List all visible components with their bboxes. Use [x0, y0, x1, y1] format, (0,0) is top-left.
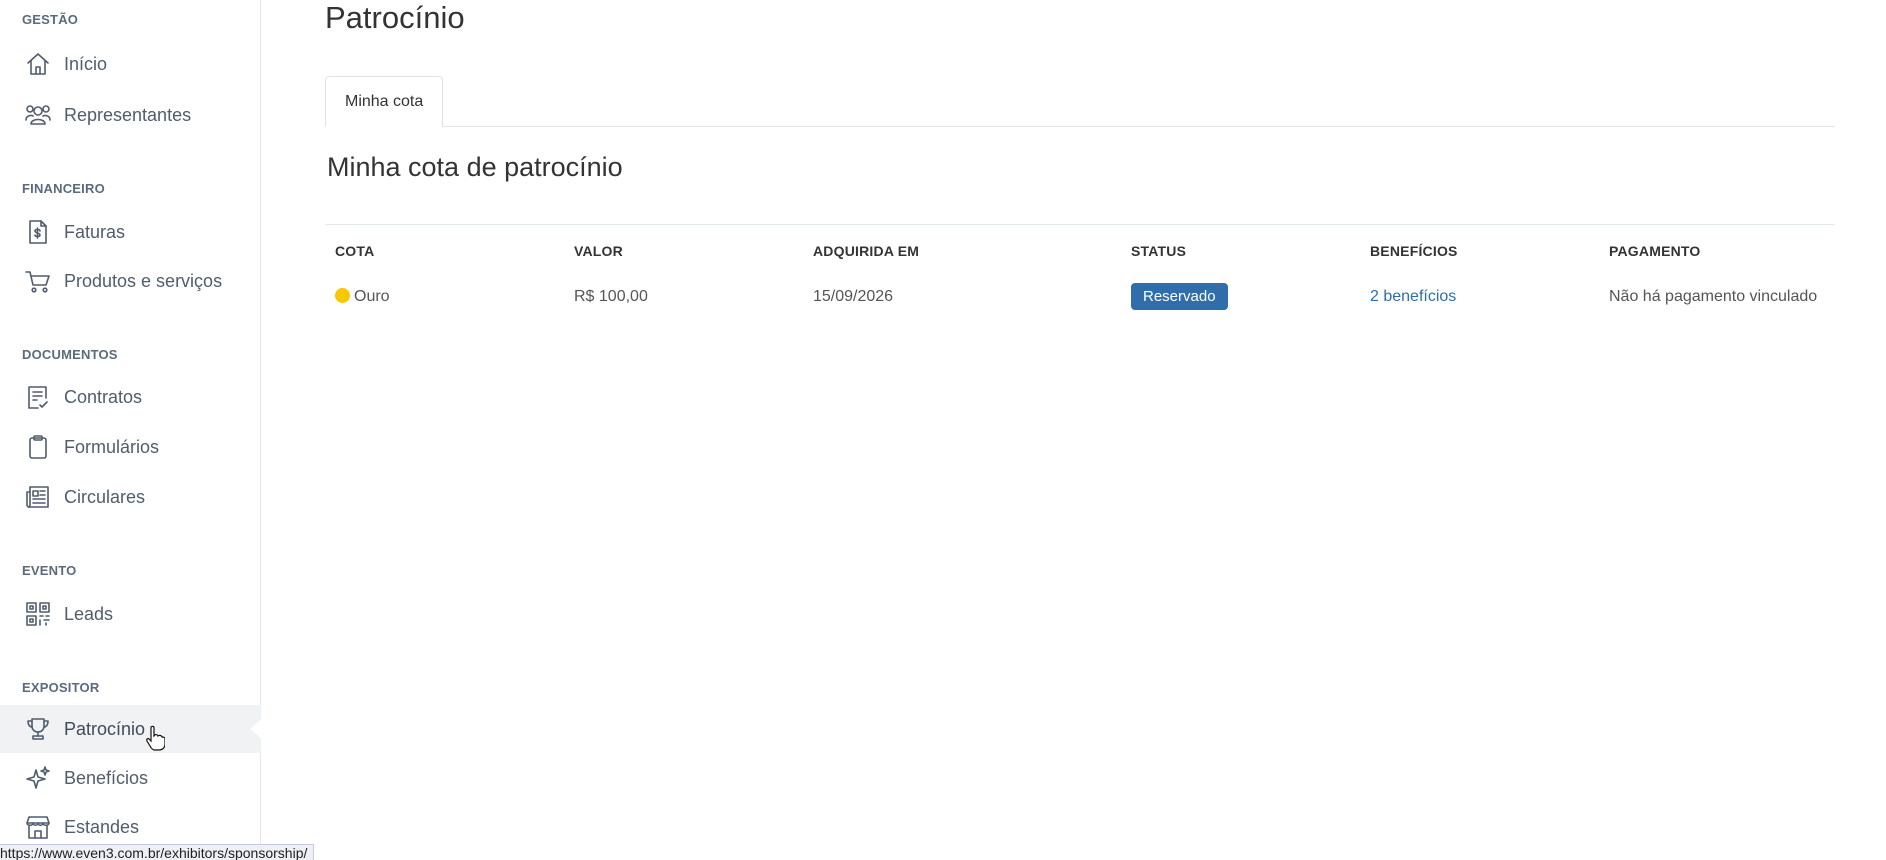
store-icon: [24, 813, 52, 841]
section-label-expositor: EXPOSITOR: [22, 680, 100, 695]
cell-adquirida-em: 15/09/2026: [813, 287, 894, 305]
sidebar-item-label: Contratos: [64, 386, 143, 407]
tab-minha-cota[interactable]: Minha cota: [325, 76, 444, 127]
sidebar-item-inicio[interactable]: Início: [0, 40, 261, 88]
column-header-status: STATUS: [1131, 243, 1187, 259]
sidebar-item-faturas[interactable]: Faturas: [0, 208, 261, 256]
tier-color-dot: [335, 287, 350, 303]
cell-pagamento: Não há pagamento vinculado: [1609, 287, 1818, 305]
cell-cota: Ouro: [325, 271, 564, 322]
cell-beneficios: 2 benefícios: [1360, 271, 1599, 322]
section-label-gestao: GESTÃO: [22, 12, 79, 27]
column-header-pagamento: PAGAMENTO: [1609, 243, 1701, 259]
sidebar-item-label: Benefícios: [64, 767, 149, 788]
sidebar-item-label: Formulários: [64, 436, 160, 457]
app-root: GESTÃO Início Representantes FINANCEIRO …: [0, 0, 1886, 860]
sponsorship-table: COTA VALOR ADQUIRIDA EM STATUS BENEFÍCIO…: [325, 224, 1835, 322]
page-title: Patrocínio: [325, 0, 465, 35]
clipboard-icon: [24, 433, 52, 461]
trophy-icon: [24, 715, 52, 743]
sidebar-item-leads[interactable]: Leads: [0, 590, 261, 638]
qr-code-icon: [24, 600, 52, 628]
sidebar-item-beneficios[interactable]: Benefícios: [0, 754, 261, 802]
column-header-cota: COTA: [335, 243, 375, 259]
sidebar-item-representantes[interactable]: Representantes: [0, 91, 261, 139]
sidebar-item-label: Faturas: [64, 221, 126, 242]
sidebar-item-label: Início: [64, 53, 108, 74]
sidebar-item-label: Circulares: [64, 486, 146, 507]
users-icon: [24, 101, 52, 129]
sidebar-item-label: Leads: [64, 603, 114, 624]
sidebar: GESTÃO Início Representantes FINANCEIRO …: [0, 0, 262, 860]
sidebar-item-produtos[interactable]: Produtos e serviços: [0, 257, 261, 305]
column-header-adquirida-em: ADQUIRIDA EM: [813, 243, 920, 259]
cell-valor: R$ 100,00: [574, 287, 648, 305]
sidebar-item-patrocinio[interactable]: Patrocínio: [0, 705, 262, 753]
sparkles-icon: [24, 764, 52, 792]
beneficios-link[interactable]: 2 benefícios: [1370, 288, 1456, 305]
sidebar-item-circulares[interactable]: Circulares: [0, 473, 261, 521]
section-label-documentos: DOCUMENTOS: [22, 347, 118, 362]
tab-bar: Minha cota: [325, 76, 1835, 127]
status-badge: Reservado: [1131, 283, 1228, 310]
cota-name: Ouro: [354, 287, 390, 305]
sidebar-item-label: Produtos e serviços: [64, 270, 223, 291]
cart-icon: [24, 267, 52, 295]
invoice-icon: [24, 218, 52, 246]
sidebar-item-formularios[interactable]: Formulários: [0, 423, 261, 471]
column-header-valor: VALOR: [574, 243, 623, 259]
sidebar-item-label: Patrocínio: [64, 718, 146, 739]
cell-status: Reservado: [1121, 271, 1360, 322]
contract-icon: [24, 383, 52, 411]
table-header-row: COTA VALOR ADQUIRIDA EM STATUS BENEFÍCIO…: [325, 225, 1835, 271]
sidebar-item-label: Estandes: [64, 816, 140, 837]
hand-cursor-icon: [146, 725, 165, 751]
section-label-financeiro: FINANCEIRO: [22, 181, 105, 196]
home-icon: [24, 50, 52, 78]
column-header-beneficios: BENEFÍCIOS: [1370, 243, 1458, 259]
sidebar-item-label: Representantes: [64, 104, 192, 125]
sidebar-item-contratos[interactable]: Contratos: [0, 373, 261, 421]
newspaper-icon: [24, 483, 52, 511]
table-row: Ouro R$ 100,00 15/09/2026 Reservado 2 be…: [325, 271, 1835, 322]
status-bar-url: https://www.even3.com.br/exhibitors/spon…: [0, 844, 315, 860]
section-title: Minha cota de patrocínio: [327, 152, 623, 182]
section-label-evento: EVENTO: [22, 563, 77, 578]
